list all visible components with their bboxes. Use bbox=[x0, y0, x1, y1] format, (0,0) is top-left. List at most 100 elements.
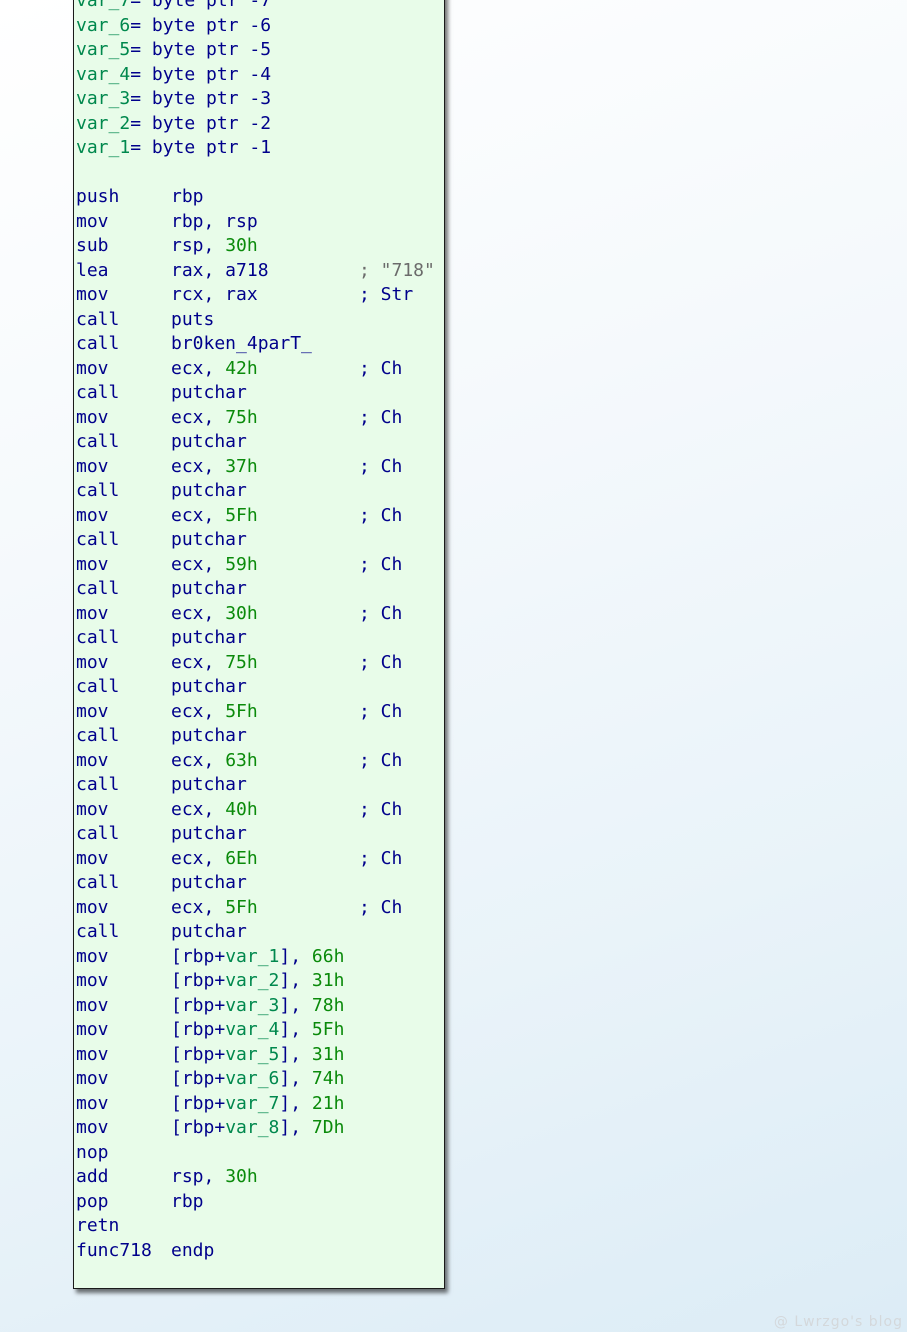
instruction-mnemonic[interactable]: mov bbox=[76, 553, 109, 578]
instruction-mnemonic[interactable]: mov bbox=[76, 1116, 109, 1141]
instruction-mnemonic[interactable]: call bbox=[76, 381, 119, 406]
code-line[interactable]: mov [rbp+var_8], 7Dh bbox=[76, 1116, 344, 1141]
instruction-operands[interactable]: rcx, rax bbox=[171, 283, 258, 308]
code-line[interactable]: mov ecx, 6Eh ; Ch bbox=[76, 847, 402, 872]
instruction-mnemonic[interactable]: mov bbox=[76, 1018, 109, 1043]
code-line[interactable]: mov ecx, 75h ; Ch bbox=[76, 651, 402, 676]
instruction-mnemonic[interactable]: mov bbox=[76, 1067, 109, 1092]
instruction-mnemonic[interactable]: mov bbox=[76, 969, 109, 994]
code-line[interactable]: mov ecx, 5Fh ; Ch bbox=[76, 896, 402, 921]
instruction-mnemonic[interactable]: call bbox=[76, 724, 119, 749]
instruction-operands[interactable]: rsp, 30h bbox=[171, 234, 258, 259]
instruction-mnemonic[interactable]: mov bbox=[76, 700, 109, 725]
instruction-operands[interactable]: ecx, 5Fh bbox=[171, 700, 258, 725]
code-line[interactable]: mov rbp, rsp bbox=[76, 210, 271, 235]
instruction-operands[interactable]: putchar bbox=[171, 871, 247, 896]
instruction-operands[interactable]: putchar bbox=[171, 773, 247, 798]
instruction-operands[interactable]: ecx, 30h bbox=[171, 602, 258, 627]
instruction-mnemonic[interactable]: mov bbox=[76, 406, 109, 431]
code-line[interactable]: var_5= byte ptr -5 bbox=[76, 38, 271, 63]
instruction-mnemonic[interactable]: mov bbox=[76, 283, 109, 308]
code-line[interactable]: call putchar bbox=[76, 626, 271, 651]
code-line[interactable]: mov ecx, 42h ; Ch bbox=[76, 357, 402, 382]
code-line[interactable]: call putchar bbox=[76, 920, 271, 945]
code-line[interactable]: call putchar bbox=[76, 871, 271, 896]
instruction-operands[interactable]: puts bbox=[171, 308, 214, 333]
instruction-mnemonic[interactable]: mov bbox=[76, 1043, 109, 1068]
code-line[interactable]: mov [rbp+var_7], 21h bbox=[76, 1092, 344, 1117]
code-line[interactable]: call putchar bbox=[76, 528, 271, 553]
code-line[interactable]: call puts bbox=[76, 308, 271, 333]
code-line[interactable]: var_4= byte ptr -4 bbox=[76, 63, 271, 88]
instruction-mnemonic[interactable]: call bbox=[76, 920, 119, 945]
instruction-mnemonic[interactable]: add bbox=[76, 1165, 109, 1190]
instruction-mnemonic[interactable]: push bbox=[76, 185, 119, 210]
instruction-mnemonic[interactable]: mov bbox=[76, 651, 109, 676]
code-line[interactable]: call putchar bbox=[76, 577, 271, 602]
code-line[interactable]: var_3= byte ptr -3 bbox=[76, 87, 271, 112]
code-line[interactable]: call putchar bbox=[76, 381, 271, 406]
instruction-mnemonic[interactable]: mov bbox=[76, 896, 109, 921]
instruction-mnemonic[interactable]: call bbox=[76, 773, 119, 798]
stack-var-name[interactable]: var_4 bbox=[76, 64, 130, 85]
instruction-mnemonic[interactable]: call bbox=[76, 871, 119, 896]
code-line[interactable]: retn bbox=[76, 1214, 271, 1239]
instruction-mnemonic[interactable]: call bbox=[76, 479, 119, 504]
instruction-operands[interactable]: ecx, 75h bbox=[171, 406, 258, 431]
instruction-operands[interactable]: rbp, rsp bbox=[171, 210, 258, 235]
code-line[interactable]: var_7= byte ptr -7 bbox=[76, 0, 271, 14]
stack-var-name[interactable]: var_6 bbox=[76, 15, 130, 36]
code-line[interactable]: mov ecx, 5Fh ; Ch bbox=[76, 700, 402, 725]
instruction-operands[interactable]: rsp, 30h bbox=[171, 1165, 258, 1190]
instruction-operands[interactable]: ecx, 37h bbox=[171, 455, 258, 480]
code-line[interactable]: mov [rbp+var_1], 66h bbox=[76, 945, 344, 970]
code-line[interactable]: var_6= byte ptr -6 bbox=[76, 14, 271, 39]
code-line[interactable]: var_1= byte ptr -1 bbox=[76, 136, 271, 161]
instruction-operands[interactable]: ecx, 40h bbox=[171, 798, 258, 823]
instruction-operands[interactable]: ecx, 63h bbox=[171, 749, 258, 774]
instruction-operands[interactable]: [rbp+var_8], 7Dh bbox=[171, 1116, 344, 1141]
instruction-operands[interactable]: [rbp+var_2], 31h bbox=[171, 969, 344, 994]
instruction-mnemonic[interactable]: mov bbox=[76, 749, 109, 774]
code-line[interactable]: call putchar bbox=[76, 773, 271, 798]
stack-var-name[interactable]: var_1 bbox=[76, 137, 130, 158]
instruction-mnemonic[interactable]: call bbox=[76, 577, 119, 602]
code-line[interactable]: mov [rbp+var_4], 5Fh bbox=[76, 1018, 344, 1043]
instruction-operands[interactable]: ecx, 6Eh bbox=[171, 847, 258, 872]
instruction-mnemonic[interactable]: call bbox=[76, 308, 119, 333]
instruction-operands[interactable]: [rbp+var_3], 78h bbox=[171, 994, 344, 1019]
instruction-operands[interactable]: [rbp+var_7], 21h bbox=[171, 1092, 344, 1117]
instruction-operands[interactable]: ecx, 59h bbox=[171, 553, 258, 578]
stack-var-name[interactable]: var_2 bbox=[76, 113, 130, 134]
instruction-operands[interactable]: putchar bbox=[171, 381, 247, 406]
stack-var-name[interactable]: var_3 bbox=[76, 88, 130, 109]
instruction-mnemonic[interactable]: mov bbox=[76, 847, 109, 872]
instruction-mnemonic[interactable]: pop bbox=[76, 1190, 109, 1215]
stack-var-name[interactable]: var_5 bbox=[76, 39, 130, 60]
instruction-mnemonic[interactable]: call bbox=[76, 626, 119, 651]
code-line[interactable]: call putchar bbox=[76, 479, 271, 504]
code-line[interactable]: mov ecx, 40h ; Ch bbox=[76, 798, 402, 823]
instruction-operands[interactable]: rax, a718 bbox=[171, 259, 269, 284]
instruction-operands[interactable]: putchar bbox=[171, 626, 247, 651]
instruction-mnemonic[interactable]: mov bbox=[76, 994, 109, 1019]
code-line[interactable]: add rsp, 30h bbox=[76, 1165, 271, 1190]
instruction-mnemonic[interactable]: call bbox=[76, 822, 119, 847]
instruction-mnemonic[interactable]: mov bbox=[76, 455, 109, 480]
code-line[interactable]: call putchar bbox=[76, 430, 271, 455]
instruction-operands[interactable]: putchar bbox=[171, 577, 247, 602]
function-name[interactable]: func718 bbox=[76, 1239, 152, 1264]
code-line[interactable]: mov rcx, rax ; Str bbox=[76, 283, 413, 308]
instruction-operands[interactable]: rbp bbox=[171, 1190, 204, 1215]
instruction-mnemonic[interactable]: mov bbox=[76, 945, 109, 970]
code-line[interactable]: func718 endp bbox=[76, 1239, 271, 1264]
instruction-mnemonic[interactable]: call bbox=[76, 675, 119, 700]
instruction-operands[interactable]: ecx, 42h bbox=[171, 357, 258, 382]
code-line[interactable]: mov ecx, 30h ; Ch bbox=[76, 602, 402, 627]
code-line[interactable]: mov [rbp+var_2], 31h bbox=[76, 969, 344, 994]
code-line[interactable]: mov ecx, 59h ; Ch bbox=[76, 553, 402, 578]
code-line[interactable]: lea rax, a718 ; "718" bbox=[76, 259, 435, 284]
code-line[interactable]: call putchar bbox=[76, 675, 271, 700]
instruction-operands[interactable]: [rbp+var_5], 31h bbox=[171, 1043, 344, 1068]
instruction-mnemonic[interactable]: mov bbox=[76, 504, 109, 529]
